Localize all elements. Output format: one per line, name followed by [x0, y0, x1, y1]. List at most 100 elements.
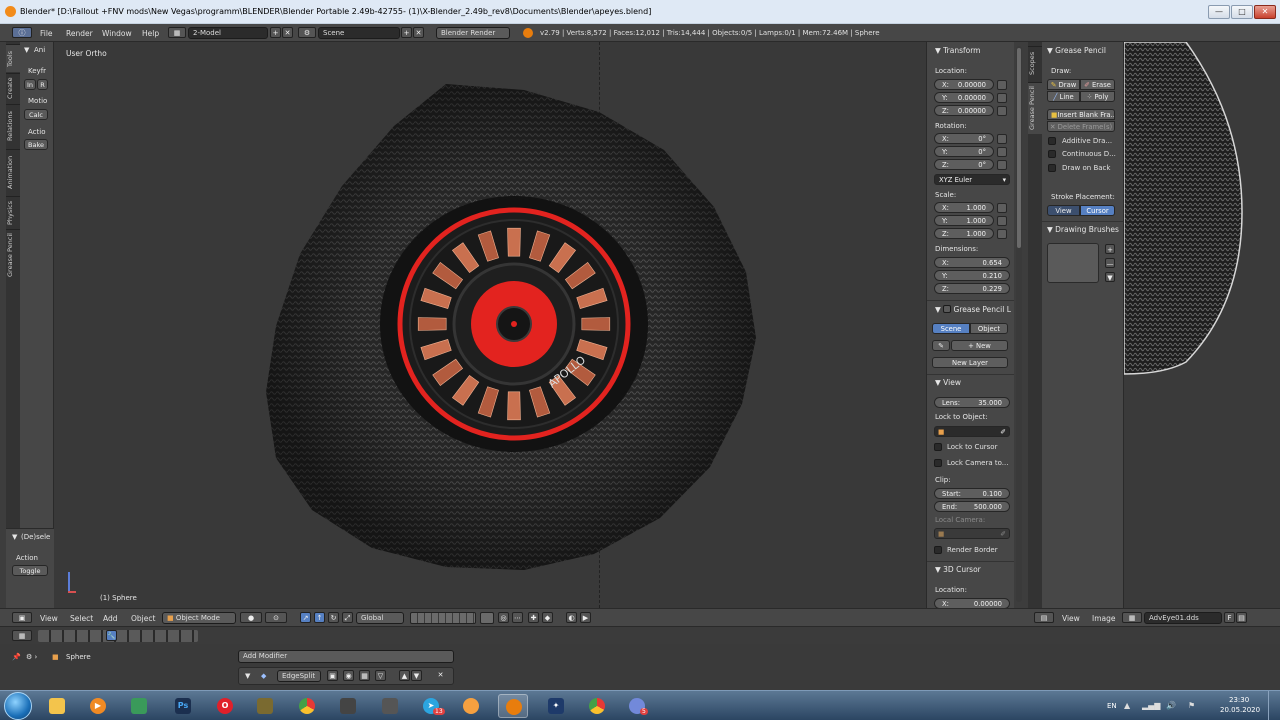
lock-scale-y-icon[interactable] — [997, 216, 1007, 226]
gp-object-toggle[interactable]: Object — [970, 323, 1008, 334]
taskbar-app-cube-1[interactable] — [333, 694, 363, 718]
scale-x-field[interactable]: X: 1.000 — [934, 202, 994, 213]
image-editor[interactable] — [1124, 42, 1280, 608]
modifier-name-field[interactable]: EdgeSplit — [277, 670, 321, 682]
image-name-field[interactable]: AdvEye01.dds — [1144, 612, 1222, 624]
image-browse-icon[interactable]: ▦ — [1122, 612, 1142, 623]
gp-new-button[interactable]: + New — [951, 340, 1008, 351]
language-indicator[interactable]: EN — [1107, 702, 1117, 710]
pivot-point-icon[interactable]: ⊙ — [265, 612, 287, 623]
clip-end-field[interactable]: End: 500.000 — [934, 501, 1010, 512]
tab-physics[interactable]: Physics — [6, 196, 20, 228]
draw-on-back-checkbox[interactable] — [1048, 164, 1056, 172]
scale-z-field[interactable]: Z: 1.000 — [934, 228, 994, 239]
v3d-menu-select[interactable]: Select — [70, 614, 93, 623]
taskbar-blender-old[interactable] — [456, 694, 486, 718]
menu-window[interactable]: Window — [102, 29, 132, 38]
proportional-edit-icon[interactable]: ◎ — [498, 612, 509, 623]
cursor-x-field[interactable]: X: 0.00000 — [934, 598, 1010, 608]
add-brush-button[interactable]: + — [1105, 244, 1115, 254]
taskbar-app-blue[interactable]: ✦ — [541, 694, 571, 718]
scale-y-field[interactable]: Y: 1.000 — [934, 215, 994, 226]
layer-buttons-1[interactable] — [410, 612, 476, 624]
lock-rotation-y-icon[interactable] — [997, 147, 1007, 157]
taskbar-app-green[interactable] — [124, 694, 154, 718]
taskbar-opera[interactable]: O — [210, 694, 240, 718]
add-modifier-dropdown[interactable]: Add Modifier — [238, 650, 454, 663]
dimension-x-field[interactable]: X: 0.654 — [934, 257, 1010, 268]
taskbar-chrome-2[interactable] — [582, 694, 612, 718]
rotate-manipulator-icon[interactable]: ↻ — [328, 612, 339, 623]
gp-pencil-icon[interactable]: ✎ — [932, 340, 950, 351]
properties-editor-icon[interactable]: ▦ — [12, 630, 32, 641]
continuous-drawing-checkbox[interactable] — [1048, 150, 1056, 158]
screen-layout-icon[interactable]: ▦ — [168, 27, 186, 38]
insert-blank-frame-button[interactable]: ■Insert Blank Fra... — [1047, 109, 1115, 120]
scrollbar-thumb[interactable] — [1017, 48, 1021, 248]
snap-element-icon[interactable]: ✚ — [528, 612, 539, 623]
tab-tools[interactable]: Tools — [6, 44, 20, 72]
3d-view-editor-icon[interactable]: ▣ — [12, 612, 32, 623]
properties-context-tabs[interactable] — [38, 630, 198, 642]
new-image-button[interactable]: ▤ — [1236, 612, 1247, 623]
tab-animation[interactable]: Animation — [6, 149, 20, 195]
minimize-button[interactable]: — — [1208, 5, 1230, 19]
delete-frames-button[interactable]: ✕ Delete Frame(s) — [1047, 121, 1115, 132]
modifier-tab-icon[interactable]: 🔧 — [106, 630, 117, 641]
lock-scale-z-icon[interactable] — [997, 229, 1007, 239]
render-border-checkbox[interactable] — [934, 546, 942, 554]
tab-grease-pencil[interactable]: Grease Pencil — [1028, 82, 1042, 134]
manipulator-toggle-icon[interactable]: ↗ — [300, 612, 311, 623]
remove-keyframe-button[interactable]: R — [37, 79, 48, 90]
modifier-visibility-icon[interactable]: ◉ — [343, 670, 354, 681]
taskbar-photoshop[interactable]: Ps — [168, 694, 198, 718]
location-x-field[interactable]: X: 0.00000 — [934, 79, 994, 90]
maximize-button[interactable]: □ — [1231, 5, 1253, 19]
add-scene-button[interactable]: + — [401, 27, 412, 38]
location-z-field[interactable]: Z: 0.00000 — [934, 105, 994, 116]
lock-location-z-icon[interactable] — [997, 106, 1007, 116]
close-button[interactable]: ✕ — [1254, 5, 1276, 19]
panel-collapse-icon[interactable]: ▼ — [24, 46, 29, 54]
add-layout-button[interactable]: + — [270, 27, 281, 38]
clock-time[interactable]: 23:30 — [1229, 696, 1249, 704]
gp-erase-button[interactable]: ✐ Erase — [1080, 79, 1115, 90]
menu-help[interactable]: Help — [142, 29, 159, 38]
modifier-remove-icon[interactable]: ✕ — [435, 670, 446, 681]
gp-scene-toggle[interactable]: Scene — [932, 323, 970, 334]
taskbar-media-player[interactable]: ▶ — [83, 694, 113, 718]
v3d-menu-view[interactable]: View — [40, 614, 58, 623]
scene-field[interactable]: Scene — [318, 27, 400, 39]
dimension-z-field[interactable]: Z: 0.229 — [934, 283, 1010, 294]
snap-target-icon[interactable]: ◆ — [542, 612, 553, 623]
action-center-icon[interactable]: ⚑ — [1188, 701, 1195, 710]
v3d-menu-object[interactable]: Object — [131, 614, 155, 623]
menu-file[interactable]: File — [40, 29, 53, 38]
taskbar-chrome-1[interactable] — [292, 694, 322, 718]
render-anim-icon[interactable]: ▶ — [580, 612, 591, 623]
modifier-cage-icon[interactable]: ▽ — [375, 670, 386, 681]
3d-viewport[interactable]: User Ortho APOLLO (1) Sphere — [54, 42, 926, 608]
brush-list[interactable] — [1047, 243, 1099, 283]
lock-object-field[interactable]: ■ ✐ — [934, 426, 1010, 437]
taskbar-explorer[interactable] — [42, 694, 72, 718]
img-menu-image[interactable]: Image — [1092, 614, 1116, 623]
rotation-mode-dropdown[interactable]: XYZ Euler ▾ — [934, 174, 1010, 185]
layer-lock-icon[interactable] — [480, 612, 494, 624]
translate-manipulator-icon[interactable]: ↑ — [314, 612, 325, 623]
fake-user-toggle[interactable]: F — [1224, 612, 1235, 623]
modifier-move-down-icon[interactable]: ▼ — [411, 670, 422, 681]
screen-layout-field[interactable]: 2-Model — [188, 27, 268, 39]
taskbar-archive-app[interactable] — [250, 694, 280, 718]
modifier-render-icon[interactable]: ▣ — [327, 670, 338, 681]
lock-location-y-icon[interactable] — [997, 93, 1007, 103]
local-camera-field[interactable]: ■ ✐ — [934, 528, 1010, 539]
taskbar-blender[interactable] — [498, 694, 528, 718]
calc-button[interactable]: Calc — [24, 109, 48, 120]
taskbar-telegram[interactable]: ➤ 13 — [416, 694, 446, 718]
tab-scopes[interactable]: Scopes — [1028, 46, 1042, 80]
img-menu-view[interactable]: View — [1062, 614, 1080, 623]
start-button[interactable] — [4, 692, 32, 720]
brush-specials-button[interactable]: ▼ — [1105, 272, 1115, 282]
location-y-field[interactable]: Y: 0.00000 — [934, 92, 994, 103]
